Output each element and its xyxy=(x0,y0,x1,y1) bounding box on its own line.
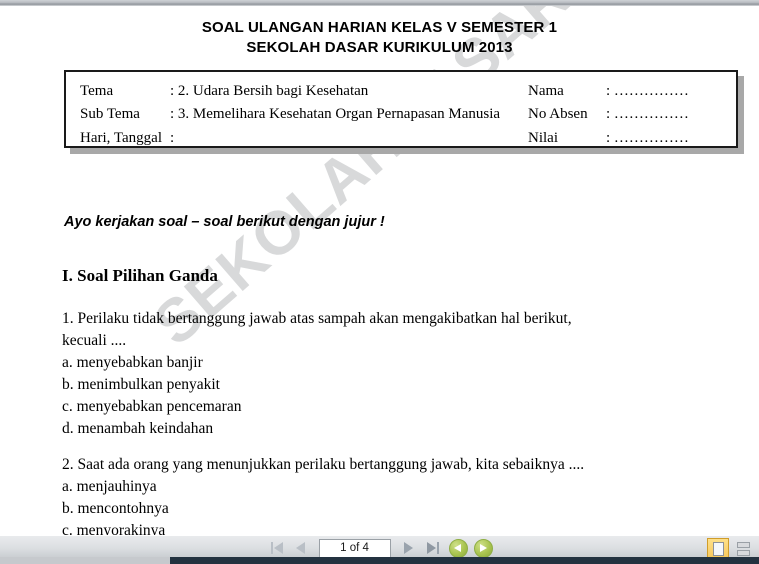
questions-list: 1. Perilaku tidak bertanggung jawab atas… xyxy=(62,308,702,535)
first-page-icon xyxy=(270,542,283,554)
page-content: SOAL ULANGAN HARIAN KELAS V SEMESTER 1 S… xyxy=(0,18,759,535)
arrow-right-icon xyxy=(480,544,487,552)
last-page-icon xyxy=(426,542,439,554)
question-option: d. menambah keindahan xyxy=(62,420,214,437)
previous-page-icon xyxy=(296,542,305,554)
info-label-no-absen: No Absen xyxy=(528,106,588,123)
question-stem-line-1: 1. Perilaku tidak bertanggung jawab atas… xyxy=(62,310,572,327)
single-page-icon xyxy=(712,541,724,556)
info-value-nilai: : …………… xyxy=(606,129,689,146)
question-option: c. menyorakinya xyxy=(62,522,166,535)
horizontal-scrollbar-track[interactable] xyxy=(170,557,759,564)
previous-page-button[interactable] xyxy=(291,539,311,557)
single-page-view-button[interactable] xyxy=(707,538,729,559)
watermark-text: SEKOLAHDASAR.NET xyxy=(140,6,691,359)
question-option: c. menyebabkan pencemaran xyxy=(62,398,242,415)
title-line-1: SOAL ULANGAN HARIAN KELAS V SEMESTER 1 xyxy=(201,19,558,36)
info-row-tema: Tema : 2. Udara Bersih bagi Kesehatan xyxy=(80,80,510,103)
view-mode-group xyxy=(707,538,753,559)
info-label-nama: Nama xyxy=(528,83,564,99)
question-option: a. menjauhinya xyxy=(62,478,157,495)
next-view-button[interactable] xyxy=(473,538,493,558)
info-row-nama: Nama : …………… xyxy=(528,80,722,103)
document-page: SEKOLAHDASAR.NET SOAL ULANGAN HARIAN KEL… xyxy=(0,6,759,535)
question-option: b. mencontohnya xyxy=(62,500,169,517)
previous-view-button[interactable] xyxy=(448,538,468,558)
info-row-nilai: Nilai : …………… xyxy=(528,127,722,150)
first-page-button[interactable] xyxy=(267,539,287,557)
next-page-button[interactable] xyxy=(399,539,419,557)
info-row-hari-tanggal: Hari, Tanggal : xyxy=(80,127,510,150)
question-item: 1. Perilaku tidak bertanggung jawab atas… xyxy=(62,308,702,440)
info-value-no-absen: : …………… xyxy=(606,106,689,123)
info-label-sub-tema: Sub Tema xyxy=(80,106,140,123)
last-page-button[interactable] xyxy=(423,539,443,557)
page-title: SOAL ULANGAN HARIAN KELAS V SEMESTER 1 S… xyxy=(0,18,759,58)
info-table-right-column: Nama : …………… No Absen : …………… Nilai : ……… xyxy=(510,80,722,146)
horizontal-scrollbar[interactable] xyxy=(0,557,759,564)
arrow-left-icon xyxy=(454,544,461,552)
continuous-view-button[interactable] xyxy=(733,538,753,559)
info-label-nilai: Nilai xyxy=(528,129,558,146)
info-table-wrapper: Tema : 2. Udara Bersih bagi Kesehatan Su… xyxy=(64,70,744,154)
info-value-nama: : …………… xyxy=(606,83,689,99)
info-label-tema: Tema xyxy=(80,83,114,99)
info-table-left-column: Tema : 2. Udara Bersih bagi Kesehatan Su… xyxy=(80,80,510,146)
question-item: 2. Saat ada orang yang menunjukkan peril… xyxy=(62,454,702,535)
question-stem-line-1: 2. Saat ada orang yang menunjukkan peril… xyxy=(62,456,585,473)
question-stem-line-2: kecuali .... xyxy=(62,332,127,349)
question-option: b. menimbulkan penyakit xyxy=(62,376,220,393)
instruction-text: Ayo kerjakan soal – soal berikut dengan … xyxy=(64,214,385,230)
continuous-view-icon-bottom xyxy=(736,549,750,556)
page-navigation-group: 1 of 4 xyxy=(267,537,493,559)
page-number-input[interactable]: 1 of 4 xyxy=(318,538,391,558)
pdf-viewer: SEKOLAHDASAR.NET SOAL ULANGAN HARIAN KEL… xyxy=(0,0,759,564)
next-page-icon xyxy=(404,542,413,554)
info-table: Tema : 2. Udara Bersih bagi Kesehatan Su… xyxy=(64,70,738,148)
info-row-sub-tema: Sub Tema : 3. Memelihara Kesehatan Organ… xyxy=(80,103,510,126)
info-value-sub-tema: : 3. Memelihara Kesehatan Organ Pernapas… xyxy=(170,106,501,123)
info-value-tema: : 2. Udara Bersih bagi Kesehatan xyxy=(170,83,369,99)
info-value-hari-tanggal: : xyxy=(170,129,175,146)
title-line-2: SEKOLAH DASAR KURIKULUM 2013 xyxy=(246,38,513,56)
info-row-no-absen: No Absen : …………… xyxy=(528,103,722,126)
section-heading: I. Soal Pilihan Ganda xyxy=(62,266,218,285)
question-option: a. menyebabkan banjir xyxy=(62,354,203,371)
info-label-hari-tanggal: Hari, Tanggal xyxy=(80,129,162,146)
continuous-view-icon-top xyxy=(736,541,750,548)
